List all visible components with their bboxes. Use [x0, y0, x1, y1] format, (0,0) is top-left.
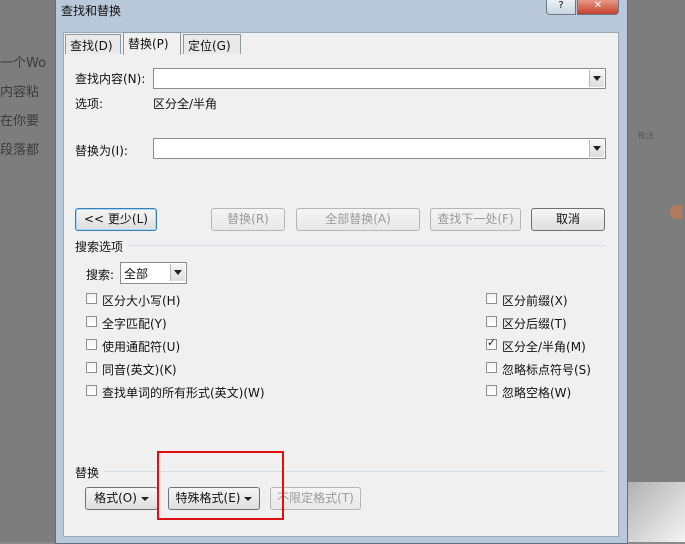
- tab-find-label: 查找(D): [70, 39, 113, 53]
- close-button[interactable]: ✕: [577, 0, 619, 15]
- checkbox-label: 使用通配符(U): [102, 340, 181, 354]
- tab-panel: [63, 32, 619, 537]
- checkbox-label: 忽略空格(W): [502, 386, 572, 400]
- replace-button[interactable]: 替换(R): [211, 208, 285, 231]
- search-direction-select[interactable]: 全部: [120, 262, 187, 284]
- help-button[interactable]: ?: [546, 0, 576, 15]
- checkbox-box[interactable]: [486, 362, 497, 373]
- checkbox-box[interactable]: [86, 362, 97, 373]
- background-line: 在你要: [0, 114, 40, 129]
- find-input[interactable]: [153, 68, 606, 89]
- replace-label: 替换为(I):: [75, 144, 128, 158]
- background-line: 内容粘: [0, 85, 40, 100]
- format-button-label: 格式(O): [94, 491, 137, 505]
- close-icon: ✕: [593, 0, 603, 11]
- tab-goto[interactable]: 定位(G): [183, 34, 241, 54]
- checkbox-label: 区分大小写(H): [102, 294, 181, 308]
- title-bar: 查找和替换 ? ✕: [56, 0, 627, 23]
- background-side-text: 批注: [638, 131, 654, 140]
- tab-goto-label: 定位(G): [188, 39, 231, 53]
- checkbox-box[interactable]: [86, 316, 97, 327]
- dialog-title: 查找和替换: [61, 4, 122, 18]
- checkbox-label: 区分后缀(T): [502, 317, 567, 331]
- background-line: 段落都: [0, 143, 40, 158]
- checkbox-box[interactable]: [486, 385, 497, 396]
- find-dropdown-arrow-icon[interactable]: [589, 70, 604, 87]
- less-button[interactable]: << 更少(L): [75, 208, 157, 231]
- red-highlight-box: [157, 451, 284, 520]
- replace-all-button[interactable]: 全部替换(A): [296, 208, 420, 231]
- help-icon: ?: [558, 0, 564, 11]
- checkbox-label: 忽略标点符号(S): [502, 363, 591, 377]
- format-dropdown-icon: [140, 496, 149, 501]
- replace-section-header: 替换: [75, 466, 100, 480]
- options-label: 选项:: [75, 97, 104, 111]
- checkbox-box[interactable]: [86, 339, 97, 350]
- format-button[interactable]: 格式(O): [85, 487, 158, 510]
- checkbox-box[interactable]: [486, 293, 497, 304]
- checkbox-label: 区分前缀(X): [502, 294, 568, 308]
- find-label: 查找内容(N):: [75, 72, 146, 86]
- checkbox-label: 全字匹配(Y): [102, 317, 167, 331]
- checkbox-label: 查找单词的所有形式(英文)(W): [102, 386, 265, 400]
- checkbox-box[interactable]: [86, 385, 97, 396]
- replace-dropdown-arrow-icon[interactable]: [589, 140, 604, 157]
- tab-replace-label: 替换(P): [128, 37, 169, 51]
- cancel-button[interactable]: 取消: [531, 208, 605, 231]
- background-comment-marker: [670, 205, 682, 219]
- background-line: 一个Wo: [0, 56, 47, 71]
- search-direction-label: 搜索:: [86, 268, 115, 282]
- search-direction-value: 全部: [124, 267, 149, 281]
- search-options-header: 搜索选项: [75, 240, 124, 254]
- checkbox-label: 区分全/半角(M): [502, 340, 586, 354]
- search-direction-arrow-icon[interactable]: [170, 264, 185, 281]
- options-value: 区分全/半角: [153, 97, 218, 111]
- tab-find[interactable]: 查找(D): [65, 34, 121, 54]
- find-next-button[interactable]: 查找下一处(F): [430, 208, 521, 231]
- checkbox-box-checked[interactable]: [486, 336, 497, 350]
- replace-input[interactable]: [153, 138, 606, 159]
- checkbox-label: 同音(英文)(K): [102, 363, 177, 377]
- checkbox-box[interactable]: [486, 316, 497, 327]
- tab-replace[interactable]: 替换(P): [123, 32, 181, 55]
- search-options-divider: [128, 245, 606, 246]
- checkbox-box[interactable]: [86, 293, 97, 304]
